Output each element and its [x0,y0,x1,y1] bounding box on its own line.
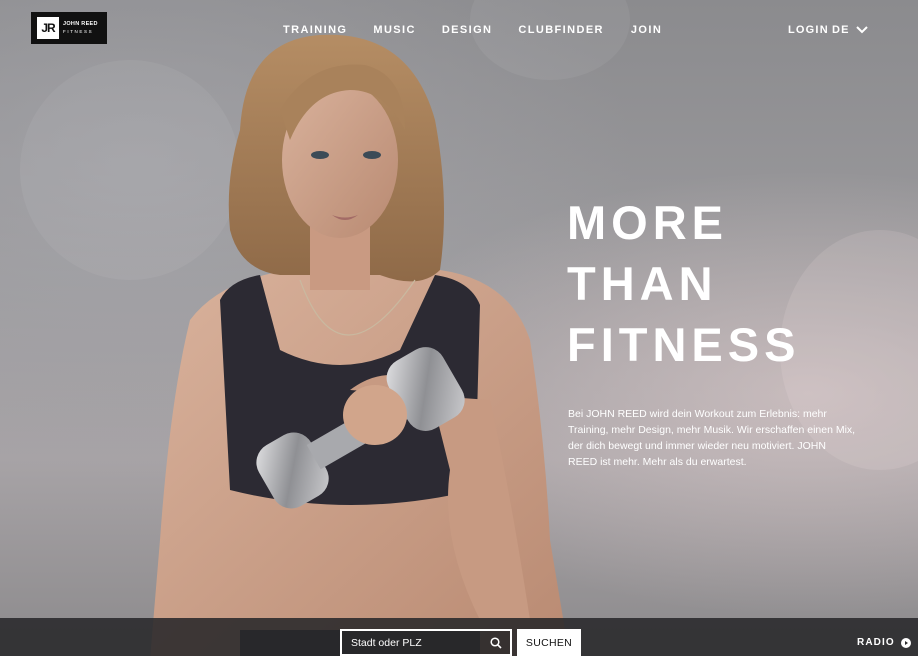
logo-name: JOHN REED [63,21,98,27]
club-search-input[interactable] [351,636,481,649]
nav-item-training[interactable]: TRAINING [283,24,347,36]
hero-woman-image [150,34,570,656]
search-button[interactable]: SUCHEN [517,629,581,656]
headline-line: MORE [567,196,728,249]
headline-line: THAN [567,257,718,310]
club-search-field[interactable] [340,629,512,656]
logo-mark: JR [37,17,59,39]
logo-wordmark: JOHN REED FITNESS [63,21,98,34]
play-circle-icon [900,637,911,648]
login-link[interactable]: LOGIN [788,24,829,36]
radio-label: RADIO [857,637,895,648]
nav-item-join[interactable]: JOIN [631,24,662,36]
search-icon[interactable] [490,637,502,649]
nav-item-design[interactable]: DESIGN [442,24,493,36]
logo-subtitle: FITNESS [63,28,94,34]
language-label: DE [832,24,850,36]
nav-item-clubfinder[interactable]: CLUBFINDER [518,24,604,36]
chevron-down-icon [855,26,868,34]
main-navigation: TRAINING MUSIC DESIGN CLUBFINDER JOIN [283,24,662,36]
radio-button[interactable]: RADIO [857,637,911,648]
headline-line: FITNESS [567,318,801,371]
nav-item-music[interactable]: MUSIC [373,24,415,36]
language-selector[interactable]: DE [832,24,868,36]
hero-headline: MORE THAN FITNESS [567,192,800,375]
hero-description: Bei JOHN REED wird dein Workout zum Erle… [568,408,856,468]
john-reed-logo[interactable]: JR JOHN REED FITNESS [31,12,107,44]
